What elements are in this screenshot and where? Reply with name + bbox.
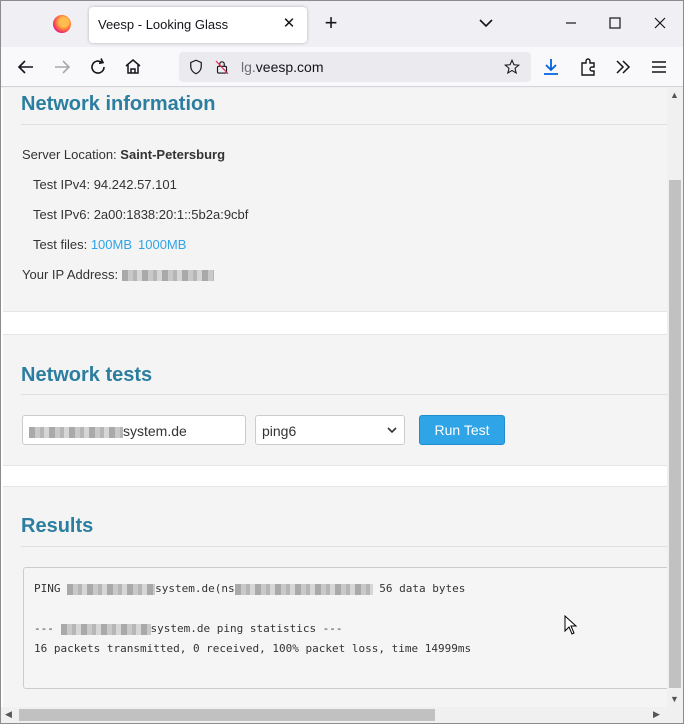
method-selected: ping6 [262, 423, 297, 439]
minimize-icon[interactable] [557, 11, 585, 35]
chevron-down-icon[interactable] [474, 11, 498, 35]
test-ipv6: Test IPv6: 2a00:1838:20:1::5b2a:9cbf [33, 207, 248, 222]
ipv4-value: 94.242.57.101 [93, 177, 177, 192]
vertical-scroll-thumb[interactable] [669, 180, 681, 688]
close-tab-icon[interactable]: ✕ [279, 14, 299, 34]
mouse-cursor-icon [564, 615, 578, 635]
scroll-up-icon[interactable]: ▲ [670, 90, 679, 100]
page-content: Network information Server Location: Sai… [1, 88, 667, 707]
result-line: 16 packets transmitted, 0 received, 100%… [34, 642, 472, 655]
ipv6-label: Test IPv6: [33, 207, 91, 222]
tab-veesp[interactable]: Veesp - Looking Glass ✕ [89, 7, 307, 43]
divider [21, 546, 667, 547]
url-subdomain: lg. [241, 59, 256, 75]
method-select[interactable]: ping6 [255, 415, 405, 445]
server-location-label: Server Location: [22, 147, 117, 162]
url-domain: veesp.com [255, 59, 324, 75]
maximize-icon[interactable] [601, 11, 629, 35]
host-input[interactable]: system.de [22, 415, 246, 445]
redacted-ip [121, 270, 214, 282]
download-icon[interactable] [539, 55, 563, 79]
redacted-host [60, 623, 151, 635]
menu-icon[interactable] [647, 55, 671, 79]
bookmark-star-icon[interactable] [503, 58, 521, 76]
horizontal-scroll-thumb[interactable] [19, 709, 435, 721]
divider [21, 124, 667, 125]
your-ip: Your IP Address: [22, 267, 214, 282]
redacted-host [67, 583, 156, 595]
network-tests-heading: Network tests [21, 364, 153, 386]
back-icon[interactable] [14, 55, 38, 79]
your-ip-label: Your IP Address: [22, 267, 119, 282]
host-input-value: system.de [29, 423, 187, 439]
result-text: PING [34, 582, 68, 595]
server-location-value: Saint-Petersburg [120, 147, 226, 162]
result-line: --- system.de ping statistics --- [34, 622, 343, 635]
file-link-1000mb[interactable]: 1000MB [138, 237, 186, 252]
ipv4-label: Test IPv4: [33, 177, 91, 192]
scroll-left-icon[interactable]: ◀ [5, 709, 12, 720]
test-files: Test files: 100MB 1000MB [33, 237, 192, 252]
close-window-icon[interactable] [646, 11, 674, 35]
results-heading: Results [21, 515, 94, 537]
chevron-down-icon [387, 427, 397, 434]
result-text: system.de(ns [155, 582, 235, 595]
redacted-address [234, 583, 373, 595]
result-line: PING system.de(ns 56 data bytes [34, 582, 465, 595]
overflow-chevron-icon[interactable] [611, 55, 635, 79]
file-link-100mb[interactable]: 100MB [91, 237, 132, 252]
network-info-heading: Network information [21, 93, 216, 115]
reload-icon[interactable] [86, 55, 110, 79]
insecure-lock-icon[interactable] [213, 58, 231, 76]
result-text: system.de ping statistics --- [150, 622, 343, 635]
scroll-down-icon[interactable]: ▼ [670, 694, 679, 704]
divider [21, 394, 667, 395]
new-tab-button[interactable]: + [319, 11, 343, 35]
firefox-icon[interactable] [53, 15, 71, 33]
nav-bar: lg.veesp.com [1, 47, 683, 87]
result-text: 56 data bytes [372, 582, 466, 595]
run-test-button[interactable]: Run Test [419, 415, 505, 445]
scroll-right-icon[interactable]: ▶ [653, 709, 660, 720]
server-location: Server Location: Saint-Petersburg [22, 147, 225, 162]
horizontal-scrollbar[interactable]: ◀ ▶ [1, 707, 683, 723]
shield-icon[interactable] [187, 58, 205, 76]
files-label: Test files: [33, 237, 88, 252]
ipv6-value: 2a00:1838:20:1::5b2a:9cbf [93, 207, 249, 222]
host-suffix: system.de [123, 423, 187, 439]
home-icon[interactable] [121, 55, 145, 79]
url-text[interactable]: lg.veesp.com [241, 59, 324, 75]
extensions-icon[interactable] [576, 55, 600, 79]
address-bar[interactable]: lg.veesp.com [179, 52, 531, 82]
results-panel: Results PING system.de(ns 56 data bytes … [3, 486, 667, 707]
vertical-scrollbar[interactable]: ▲ ▼ [667, 88, 683, 707]
tab-title: Veesp - Looking Glass [98, 17, 229, 32]
network-info-panel: Network information Server Location: Sai… [3, 88, 667, 312]
tab-bar: Veesp - Looking Glass ✕ + [1, 1, 683, 47]
test-ipv4: Test IPv4: 94.242.57.101 [33, 177, 177, 192]
forward-icon[interactable] [50, 55, 74, 79]
network-tests-panel: Network tests system.de ping6 Run Test [3, 334, 667, 466]
result-text: --- [34, 622, 61, 635]
redacted-host [29, 426, 123, 438]
browser-window: Veesp - Looking Glass ✕ + lg.veesp.com N… [0, 0, 684, 724]
